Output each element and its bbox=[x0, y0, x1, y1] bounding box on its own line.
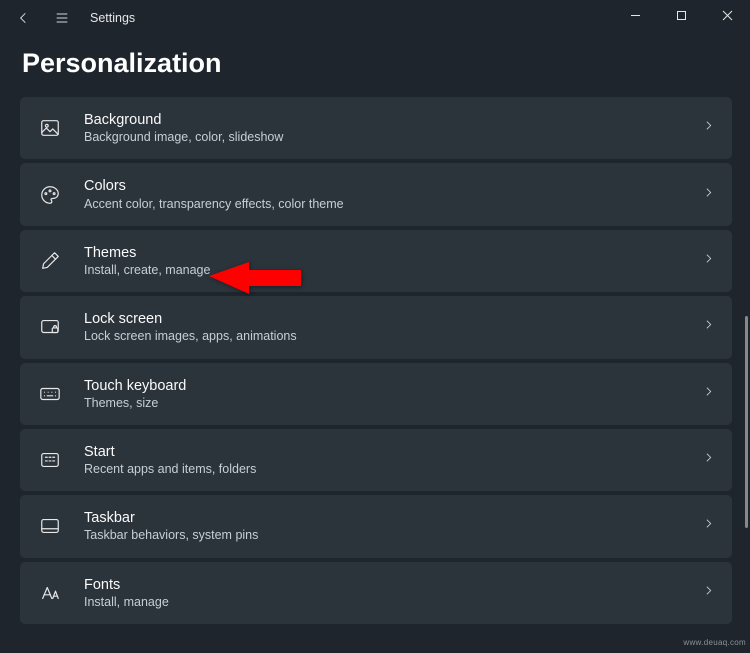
row-subtitle: Install, manage bbox=[84, 594, 680, 610]
chevron-right-icon bbox=[702, 584, 716, 602]
taskbar-icon bbox=[38, 514, 62, 538]
row-colors[interactable]: Colors Accent color, transparency effect… bbox=[20, 163, 732, 225]
row-subtitle: Lock screen images, apps, animations bbox=[84, 328, 680, 344]
row-title: Colors bbox=[84, 177, 680, 195]
row-touch-keyboard[interactable]: Touch keyboard Themes, size bbox=[20, 363, 732, 425]
font-icon bbox=[38, 581, 62, 605]
maximize-button[interactable] bbox=[658, 0, 704, 30]
row-themes[interactable]: Themes Install, create, manage bbox=[20, 230, 732, 292]
title-bar: Settings bbox=[0, 0, 750, 36]
back-button[interactable] bbox=[14, 8, 34, 28]
row-title: Lock screen bbox=[84, 310, 680, 328]
row-title: Themes bbox=[84, 244, 680, 262]
chevron-right-icon bbox=[702, 252, 716, 270]
row-title: Touch keyboard bbox=[84, 377, 680, 395]
keyboard-icon bbox=[38, 382, 62, 406]
row-taskbar[interactable]: Taskbar Taskbar behaviors, system pins bbox=[20, 495, 732, 557]
chevron-right-icon bbox=[702, 451, 716, 469]
row-subtitle: Accent color, transparency effects, colo… bbox=[84, 196, 680, 212]
scrollbar-thumb[interactable] bbox=[745, 316, 748, 528]
row-fonts[interactable]: Fonts Install, manage bbox=[20, 562, 732, 624]
palette-icon bbox=[38, 183, 62, 207]
app-title: Settings bbox=[90, 11, 135, 25]
row-subtitle: Themes, size bbox=[84, 395, 680, 411]
start-grid-icon bbox=[38, 448, 62, 472]
row-title: Fonts bbox=[84, 576, 680, 594]
lock-screen-icon bbox=[38, 315, 62, 339]
row-background[interactable]: Background Background image, color, slid… bbox=[20, 97, 732, 159]
row-subtitle: Background image, color, slideshow bbox=[84, 129, 680, 145]
image-icon bbox=[38, 116, 62, 140]
chevron-right-icon bbox=[702, 119, 716, 137]
row-title: Background bbox=[84, 111, 680, 129]
row-title: Taskbar bbox=[84, 509, 680, 527]
chevron-right-icon bbox=[702, 385, 716, 403]
row-lock-screen[interactable]: Lock screen Lock screen images, apps, an… bbox=[20, 296, 732, 358]
close-button[interactable] bbox=[704, 0, 750, 30]
row-subtitle: Install, create, manage bbox=[84, 262, 680, 278]
chevron-right-icon bbox=[702, 517, 716, 535]
settings-list: Background Background image, color, slid… bbox=[0, 97, 750, 653]
minimize-button[interactable] bbox=[612, 0, 658, 30]
row-title: Start bbox=[84, 443, 680, 461]
row-subtitle: Taskbar behaviors, system pins bbox=[84, 527, 680, 543]
row-subtitle: Recent apps and items, folders bbox=[84, 461, 680, 477]
chevron-right-icon bbox=[702, 318, 716, 336]
watermark: www.deuaq.com bbox=[683, 638, 746, 647]
page-title: Personalization bbox=[0, 36, 750, 97]
chevron-right-icon bbox=[702, 186, 716, 204]
hamburger-menu-button[interactable] bbox=[52, 8, 72, 28]
row-start[interactable]: Start Recent apps and items, folders bbox=[20, 429, 732, 491]
paintbrush-icon bbox=[38, 249, 62, 273]
